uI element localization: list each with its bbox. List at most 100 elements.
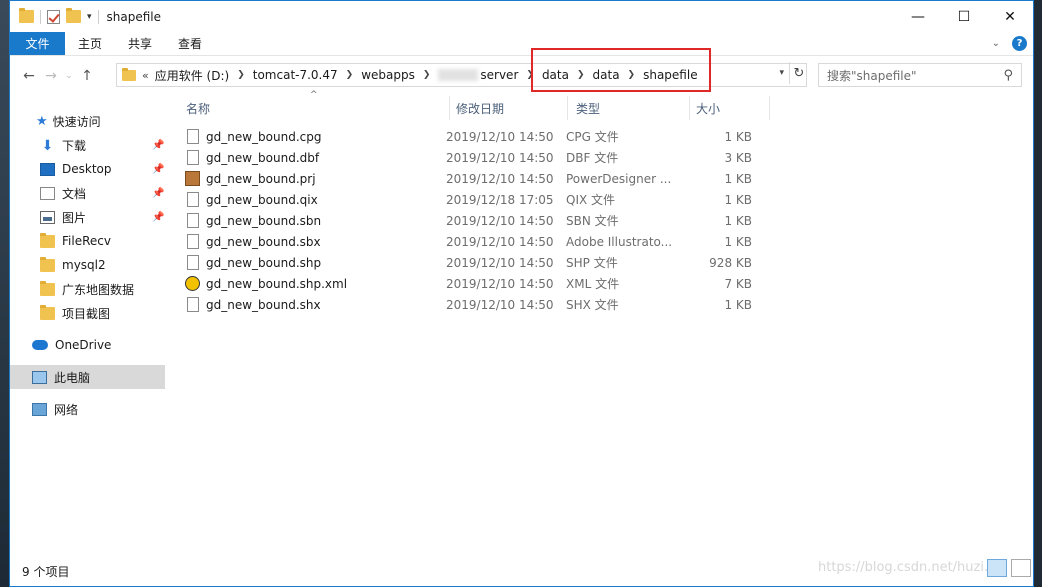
document-icon <box>40 186 55 200</box>
breadcrumb-server[interactable]: server <box>480 68 518 82</box>
help-icon[interactable]: ? <box>1012 36 1027 51</box>
sidebar-item-onedrive[interactable]: OneDrive <box>32 333 111 357</box>
explorer-window: ▾ shapefile — ☐ ✕ 文件 主页 共享 查看 ⌄ ? ← → ⌄ … <box>9 0 1034 587</box>
column-divider[interactable] <box>449 96 450 120</box>
close-button[interactable]: ✕ <box>987 1 1033 32</box>
item-count: 9 个项目 <box>22 564 70 579</box>
file-modified-date: 2019/12/10 14:50 <box>446 150 554 165</box>
sidebar-item-downloads[interactable]: ⬇ 下载 📌 <box>40 133 165 157</box>
file-size: 1 KB <box>724 234 752 249</box>
sidebar-item-pictures[interactable]: 图片 📌 <box>40 205 165 229</box>
sidebar-item-mysql2[interactable]: mysql2 <box>40 253 106 277</box>
table-row[interactable]: gd_new_bound.cpg 2019/12/10 14:50 CPG 文件 1 … <box>184 126 764 147</box>
forward-arrow-icon[interactable]: → <box>40 68 62 84</box>
minimize-button[interactable]: — <box>895 1 941 32</box>
file-name: gd_new_bound.shx <box>206 297 321 312</box>
breadcrumb-shapefile[interactable]: shapefile <box>643 68 698 82</box>
table-row[interactable]: gd_new_bound.qix 2019/12/18 17:05 QIX 文件 1 … <box>184 189 764 210</box>
address-dropdown-icon[interactable]: ▾ <box>779 68 784 78</box>
column-divider[interactable] <box>567 96 568 120</box>
breadcrumb-data-1[interactable]: data <box>542 68 569 82</box>
desktop-icon <box>40 162 55 176</box>
refresh-icon[interactable]: ↻ <box>789 62 808 84</box>
tab-view[interactable]: 查看 <box>165 32 215 55</box>
sidebar-item-label: 快速访问 <box>52 114 101 129</box>
chevron-right-icon[interactable]: ❯ <box>346 70 354 80</box>
file-name: gd_new_bound.qix <box>206 192 318 207</box>
address-bar[interactable]: « 应用软件 (D:) ❯ tomcat-7.0.47 ❯ webapps ❯ … <box>116 63 807 87</box>
back-arrow-icon[interactable]: ← <box>18 68 40 84</box>
pin-icon[interactable]: 📌 <box>152 188 164 199</box>
watermark-text: https://blog.csdn.net/huzi... <box>818 560 997 575</box>
sidebar-item-documents[interactable]: 文档 📌 <box>40 181 165 205</box>
table-row[interactable]: gd_new_bound.prj 2019/12/10 14:50 PowerDes… <box>184 168 764 189</box>
sidebar-item-guangdong-map-data[interactable]: 广东地图数据 <box>40 277 134 301</box>
chevron-right-icon[interactable]: ❯ <box>577 70 585 80</box>
pin-icon[interactable]: 📌 <box>152 164 164 175</box>
chevron-right-icon[interactable]: ❯ <box>237 70 245 80</box>
search-icon[interactable]: ⚲ <box>1003 68 1013 83</box>
folder-icon <box>40 304 55 320</box>
sidebar-item-label: 下载 <box>62 138 87 153</box>
file-size: 1 KB <box>724 171 752 186</box>
up-arrow-icon[interactable]: ↑ <box>76 68 98 84</box>
new-folder-icon[interactable] <box>66 8 81 23</box>
sidebar-item-quick-access[interactable]: ★ 快速访问 <box>36 109 101 133</box>
file-icon <box>187 255 199 270</box>
search-input[interactable]: 搜索"shapefile" ⚲ <box>818 63 1022 87</box>
tab-share[interactable]: 共享 <box>115 32 165 55</box>
redacted-text <box>438 69 479 81</box>
chevron-right-icon[interactable]: ❯ <box>423 70 431 80</box>
divider <box>40 9 41 24</box>
breadcrumb-data-2[interactable]: data <box>593 68 620 82</box>
tab-file[interactable]: 文件 <box>10 32 65 55</box>
properties-icon[interactable] <box>47 9 60 24</box>
sidebar-item-network[interactable]: 网络 <box>32 397 78 421</box>
column-header-name[interactable]: 名称 <box>186 96 210 120</box>
details-view-button[interactable] <box>987 559 1007 577</box>
file-modified-date: 2019/12/10 14:50 <box>446 234 554 249</box>
pin-icon[interactable]: 📌 <box>152 212 164 223</box>
chevron-right-icon[interactable]: ❯ <box>526 70 534 80</box>
sidebar-item-filerecv[interactable]: FileRecv <box>40 229 111 253</box>
file-type: SBN 文件 <box>566 214 619 228</box>
breadcrumb-drive[interactable]: 应用软件 (D:) <box>155 67 229 84</box>
overflow-crumbs-icon[interactable]: « <box>142 69 149 82</box>
file-size: 3 KB <box>724 150 752 165</box>
table-row[interactable]: gd_new_bound.shp.xml 2019/12/10 14:50 XML … <box>184 273 764 294</box>
sidebar-item-desktop[interactable]: Desktop 📌 <box>40 157 165 181</box>
sidebar-item-project-screenshots[interactable]: 项目截图 <box>40 301 110 325</box>
column-header-type[interactable]: 类型 <box>576 96 600 120</box>
table-row[interactable]: gd_new_bound.dbf 2019/12/10 14:50 DBF 文件 3 … <box>184 147 764 168</box>
column-header-size[interactable]: 大小 <box>696 96 720 120</box>
file-name: gd_new_bound.dbf <box>206 150 320 165</box>
file-icon <box>187 213 199 228</box>
chevron-down-icon[interactable]: ⌄ <box>992 38 1000 49</box>
sidebar-item-label: 项目截图 <box>62 306 111 321</box>
tab-home[interactable]: 主页 <box>65 32 115 55</box>
view-toggle <box>987 559 1031 577</box>
file-type: SHX 文件 <box>566 298 619 312</box>
large-icons-view-button[interactable] <box>1011 559 1031 577</box>
table-row[interactable]: gd_new_bound.shx 2019/12/10 14:50 SHX 文件 1 … <box>184 294 764 315</box>
chevron-right-icon[interactable]: ❯ <box>628 70 636 80</box>
maximize-button[interactable]: ☐ <box>941 1 987 32</box>
customize-toolbar-icon[interactable]: ▾ <box>87 12 92 22</box>
sidebar-item-this-pc[interactable]: 此电脑 <box>10 365 165 389</box>
file-icon <box>187 297 199 312</box>
column-header-date[interactable]: 修改日期 <box>456 96 504 120</box>
breadcrumb-tomcat[interactable]: tomcat-7.0.47 <box>253 68 338 82</box>
folder-icon <box>40 280 55 296</box>
table-row[interactable]: gd_new_bound.shp 2019/12/10 14:50 SHP 文件 92… <box>184 252 764 273</box>
column-divider[interactable] <box>769 96 770 120</box>
column-divider[interactable] <box>689 96 690 120</box>
file-modified-date: 2019/12/10 14:50 <box>446 129 554 144</box>
table-row[interactable]: gd_new_bound.sbx 2019/12/10 14:50 Adobe Il… <box>184 231 764 252</box>
pin-icon[interactable]: 📌 <box>152 140 164 151</box>
breadcrumb-webapps[interactable]: webapps <box>361 68 415 82</box>
table-row[interactable]: gd_new_bound.sbn 2019/12/10 14:50 SBN 文件 1 … <box>184 210 764 231</box>
file-modified-date: 2019/12/10 14:50 <box>446 171 554 186</box>
main-area: ★ 快速访问 ⬇ 下载 📌 Desktop 📌 文档 📌 图片 � <box>10 90 1033 556</box>
navigation-row: ← → ⌄ ↑ « 应用软件 (D:) ❯ tomcat-7.0.47 ❯ we… <box>10 56 1033 96</box>
recent-locations-chevron-icon[interactable]: ⌄ <box>62 71 76 81</box>
